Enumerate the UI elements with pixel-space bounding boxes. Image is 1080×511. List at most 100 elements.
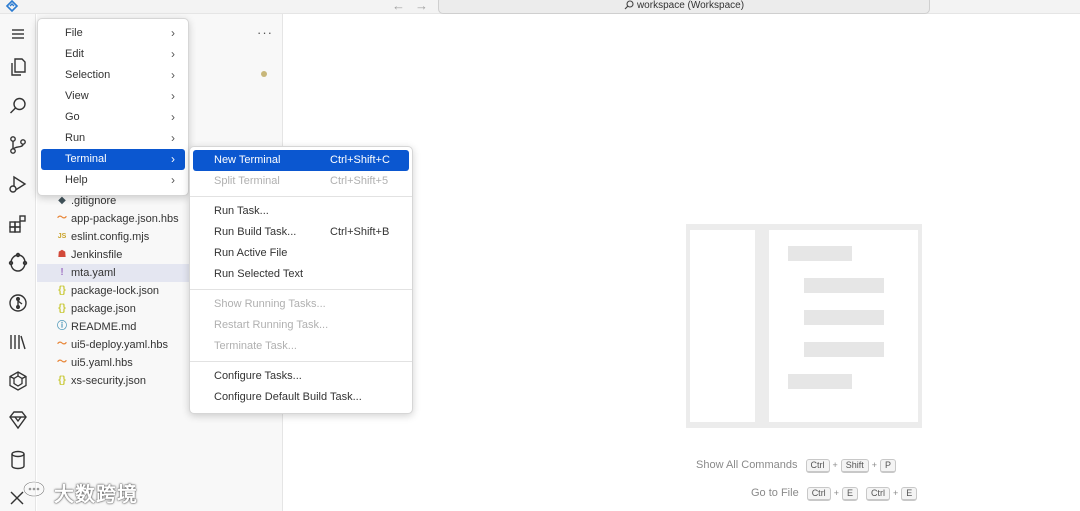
menu-icon[interactable] [6, 22, 30, 46]
plus-sign: + [833, 488, 839, 498]
chevron-right-icon: › [171, 89, 175, 103]
chevron-right-icon: › [171, 26, 175, 40]
keyboard-shortcut: Ctrl+Shift+5 [330, 175, 389, 187]
menu-item-label: Edit [65, 48, 84, 60]
info-icon: ⓘ [57, 321, 67, 332]
explorer-icon[interactable] [6, 55, 30, 79]
arrow-left-icon[interactable]: ← [392, 0, 415, 13]
menu-item-view[interactable]: View › [41, 86, 185, 107]
submenu-item-label: Run Task... [214, 205, 269, 217]
chevron-right-icon: › [171, 173, 175, 187]
submenu-item-configure-tasks[interactable]: Configure Tasks... [193, 366, 409, 387]
title-bar: ←→ workspace (Workspace) [0, 0, 1080, 14]
extensions-icon[interactable] [6, 212, 30, 236]
search-icon[interactable] [6, 94, 30, 118]
menu-item-label: Help [65, 174, 88, 186]
file-name: README.md [71, 321, 137, 333]
key-cap: Ctrl [865, 487, 890, 501]
speech-bubble-logo [23, 481, 45, 497]
menu-item-terminal[interactable]: Terminal › [41, 149, 185, 170]
chevron-right-icon: › [171, 131, 175, 145]
js-module-icon: JS [57, 233, 67, 240]
menu-item-file[interactable]: File › [41, 23, 185, 44]
menu-separator [190, 289, 412, 290]
shortcut-label: Go to File [751, 487, 799, 499]
command-center[interactable]: workspace (Workspace) [438, 0, 930, 14]
file-name: xs-security.json [71, 375, 146, 387]
arrow-right-icon[interactable]: → [415, 0, 438, 13]
plus-sign: + [892, 488, 899, 498]
json-icon: {} [58, 375, 66, 386]
json-icon: {} [58, 303, 66, 314]
menu-item-selection[interactable]: Selection › [41, 65, 185, 86]
more-actions-icon[interactable]: ··· [257, 25, 273, 40]
menu-separator [190, 196, 412, 197]
submenu-item-label: Show Running Tasks... [214, 298, 326, 310]
plus-sign: + [832, 460, 838, 470]
shortcut-label: Show All Commands [696, 459, 798, 471]
submenu-item-label: New Terminal [214, 154, 281, 166]
submenu-item-label: Terminate Task... [214, 340, 297, 352]
chevron-right-icon: › [171, 110, 175, 124]
submenu-item-run-task[interactable]: Run Task... [193, 201, 409, 222]
key-cap: E [901, 487, 918, 501]
key-cap: P [880, 459, 897, 473]
menu-item-go[interactable]: Go › [41, 107, 185, 128]
plus-sign: + [871, 460, 878, 470]
shortcut-row: Show All Commands Ctrl + Shift + P [696, 459, 897, 473]
submenu-item-run-selected-text[interactable]: Run Selected Text [193, 264, 409, 285]
search-icon [624, 0, 634, 10]
submenu-item-label: Restart Running Task... [214, 319, 329, 331]
key-cap: Ctrl [806, 487, 831, 501]
file-name: package-lock.json [71, 285, 160, 297]
submenu-item-terminate-task: Terminate Task... [193, 336, 409, 357]
file-name: package.json [71, 303, 136, 315]
menu-item-run[interactable]: Run › [41, 128, 185, 149]
menu-item-label: Terminal [65, 153, 107, 165]
cube-icon[interactable] [6, 369, 30, 393]
menu-item-edit[interactable]: Edit › [41, 44, 185, 65]
git-icon[interactable] [6, 291, 30, 315]
key-cap: E [841, 487, 858, 501]
chevron-right-icon: › [171, 152, 175, 166]
submenu-item-label: Run Build Task... [214, 226, 297, 238]
menu-item-label: Run [65, 132, 86, 144]
file-name: app-package.json.hbs [71, 213, 179, 225]
file-name: ui5-deploy.yaml.hbs [71, 339, 169, 351]
submenu-item-split-terminal: Split Terminal Ctrl+Shift+5 [193, 171, 409, 192]
submenu-item-run-build-task[interactable]: Run Build Task... Ctrl+Shift+B [193, 222, 409, 243]
source-control-icon[interactable] [6, 133, 30, 157]
terminal-submenu: New Terminal Ctrl+Shift+C Split Terminal Ct… [189, 146, 413, 414]
key-cap: Ctrl [805, 459, 830, 473]
menu-separator [190, 361, 412, 362]
chevron-right-icon: › [171, 68, 175, 82]
library-icon[interactable] [6, 330, 30, 354]
handlebars-icon: 〜 [57, 339, 67, 350]
file-name: mta.yaml [71, 267, 116, 279]
file-name: .gitignore [71, 195, 117, 207]
menu-item-label: Selection [65, 69, 111, 81]
menu-item-label: Go [65, 111, 80, 123]
activity-bar [0, 14, 36, 511]
nav-arrows: ←→ [392, 0, 438, 13]
submenu-item-new-terminal[interactable]: New Terminal Ctrl+Shift+C [193, 150, 409, 171]
file-name: eslint.config.mjs [71, 231, 150, 243]
remote-icon[interactable] [6, 251, 30, 275]
gem-icon[interactable] [6, 408, 30, 432]
brand-watermark: 大数跨境 [6, 478, 138, 506]
submenu-item-show-running-tasks: Show Running Tasks... [193, 294, 409, 315]
submenu-item-restart-running-task: Restart Running Task... [193, 315, 409, 336]
run-debug-icon[interactable] [6, 172, 30, 196]
handlebars-icon: 〜 [57, 213, 67, 224]
menu-item-help[interactable]: Help › [41, 170, 185, 191]
submenu-item-configure-default-build-task[interactable]: Configure Default Build Task... [193, 387, 409, 408]
menu-item-label: File [65, 27, 83, 39]
application-menu: File › Edit › Selection › View › Go › Run › Terminal… [37, 18, 189, 196]
submenu-item-run-active-file[interactable]: Run Active File [193, 243, 409, 264]
yaml-icon: ! [60, 267, 64, 278]
submenu-item-label: Run Selected Text [214, 268, 304, 280]
modified-indicator [261, 71, 267, 77]
handlebars-icon: 〜 [57, 357, 67, 368]
database-icon[interactable] [6, 448, 30, 472]
chevron-right-icon: › [171, 47, 175, 61]
